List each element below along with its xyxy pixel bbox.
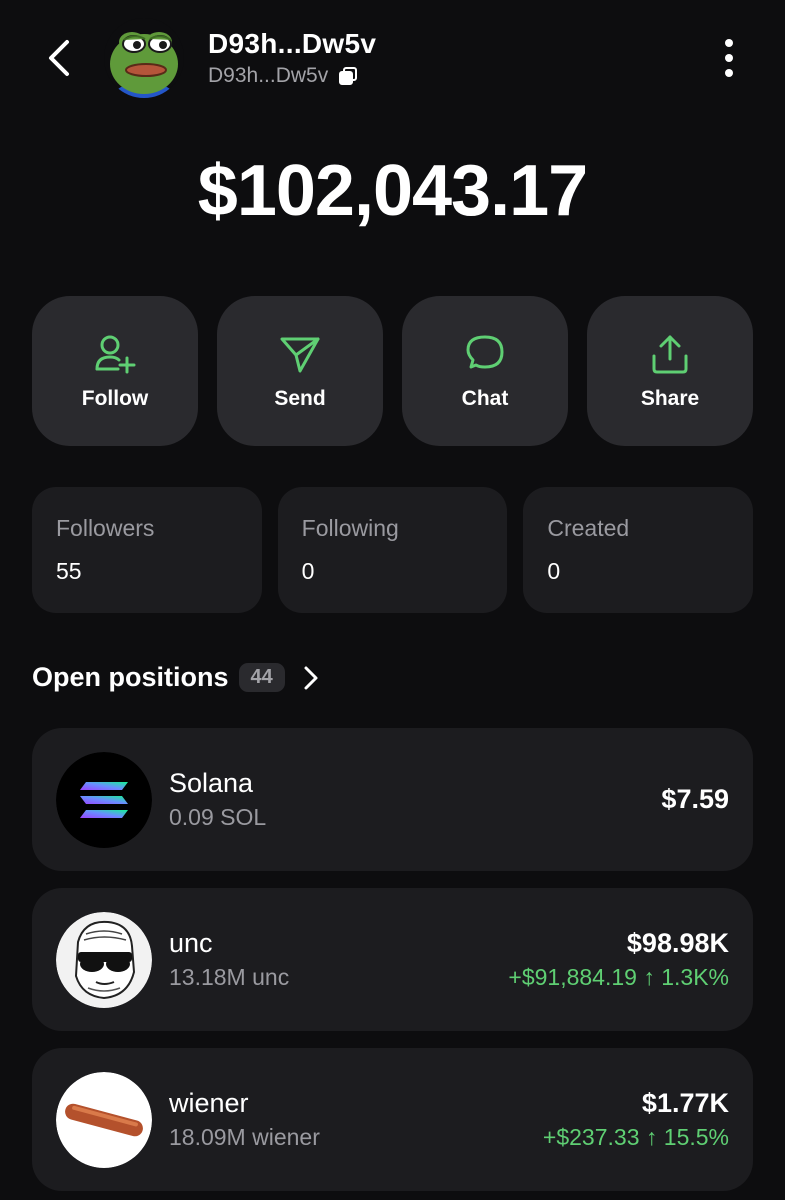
token-amount: 13.18M unc <box>169 964 290 990</box>
avatar[interactable] <box>104 18 184 98</box>
follow-label: Follow <box>81 387 149 410</box>
open-positions-link[interactable]: Open positions 44 <box>32 662 321 693</box>
token-pnl: +$237.33 ↑ 15.5% <box>542 1124 729 1150</box>
token-pnl: +$91,884.19 ↑ 1.3K% <box>508 964 729 990</box>
action-buttons: Follow Send Chat Share <box>32 296 753 446</box>
more-dot-icon <box>725 69 733 77</box>
followers-label: Followers <box>56 515 155 541</box>
profile-stats: Followers 55 Following 0 Created 0 <box>32 487 754 613</box>
more-dot-icon <box>725 39 733 47</box>
token-amount: 0.09 SOL <box>169 804 267 830</box>
unc-logo <box>56 912 152 1008</box>
send-label: Send <box>274 387 326 410</box>
token-value: $1.77K <box>641 1088 729 1118</box>
unc-face-logo-icon <box>56 912 152 1008</box>
more-options-button[interactable] <box>709 34 749 82</box>
send-icon <box>280 337 320 373</box>
token-name: Solana <box>169 768 254 798</box>
send-button[interactable]: Send <box>217 296 383 446</box>
solana-logo-icon <box>56 752 152 848</box>
wiener-logo <box>56 1072 152 1168</box>
following-count: 0 <box>301 558 315 584</box>
token-value: $7.59 <box>661 784 729 814</box>
following-label: Following <box>301 515 399 541</box>
chat-label: Chat <box>461 387 509 410</box>
frog-avatar-icon <box>104 18 184 98</box>
share-button[interactable]: Share <box>587 296 753 446</box>
position-card-solana[interactable]: Solana 0.09 SOL $7.59 <box>32 728 753 871</box>
created-stat[interactable]: Created 0 <box>523 487 754 613</box>
wallet-address-row: D93h...Dw5v <box>208 64 358 88</box>
more-dot-icon <box>725 54 733 62</box>
positions-count-badge: 44 <box>238 663 285 692</box>
wallet-profile-screen: D93h...Dw5v D93h...Dw5v $102,043.17 Foll… <box>0 0 785 1200</box>
position-card-wiener[interactable]: wiener 18.09M wiener $1.77K +$237.33 ↑ 1… <box>32 1048 753 1191</box>
token-amount: 18.09M wiener <box>169 1124 320 1150</box>
share-label: Share <box>640 387 700 410</box>
sausage-logo-icon <box>56 1072 152 1168</box>
total-balance: $102,043.17 <box>197 151 588 231</box>
wallet-name: D93h...Dw5v <box>208 28 377 59</box>
following-stat[interactable]: Following 0 <box>277 487 508 613</box>
share-icon <box>652 335 688 374</box>
position-card-unc[interactable]: unc 13.18M unc $98.98K +$91,884.19 ↑ 1.3… <box>32 888 753 1031</box>
solana-logo <box>56 752 152 848</box>
back-button[interactable] <box>36 34 80 82</box>
user-plus-icon <box>95 335 136 374</box>
followers-count: 55 <box>56 558 82 584</box>
chat-bubble-icon <box>466 335 504 369</box>
token-value: $98.98K <box>626 928 729 958</box>
open-positions-title: Open positions <box>32 662 229 692</box>
followers-stat[interactable]: Followers 55 <box>32 487 262 613</box>
wallet-address: D93h...Dw5v <box>208 64 329 87</box>
created-label: Created <box>547 515 630 541</box>
token-name: wiener <box>169 1088 249 1118</box>
chevron-left-icon <box>49 40 69 76</box>
chevron-right-icon <box>304 666 318 689</box>
created-count: 0 <box>547 558 561 584</box>
token-name: unc <box>169 928 213 958</box>
follow-button[interactable]: Follow <box>32 296 198 446</box>
chat-button[interactable]: Chat <box>402 296 568 446</box>
copy-icon[interactable] <box>338 66 358 86</box>
